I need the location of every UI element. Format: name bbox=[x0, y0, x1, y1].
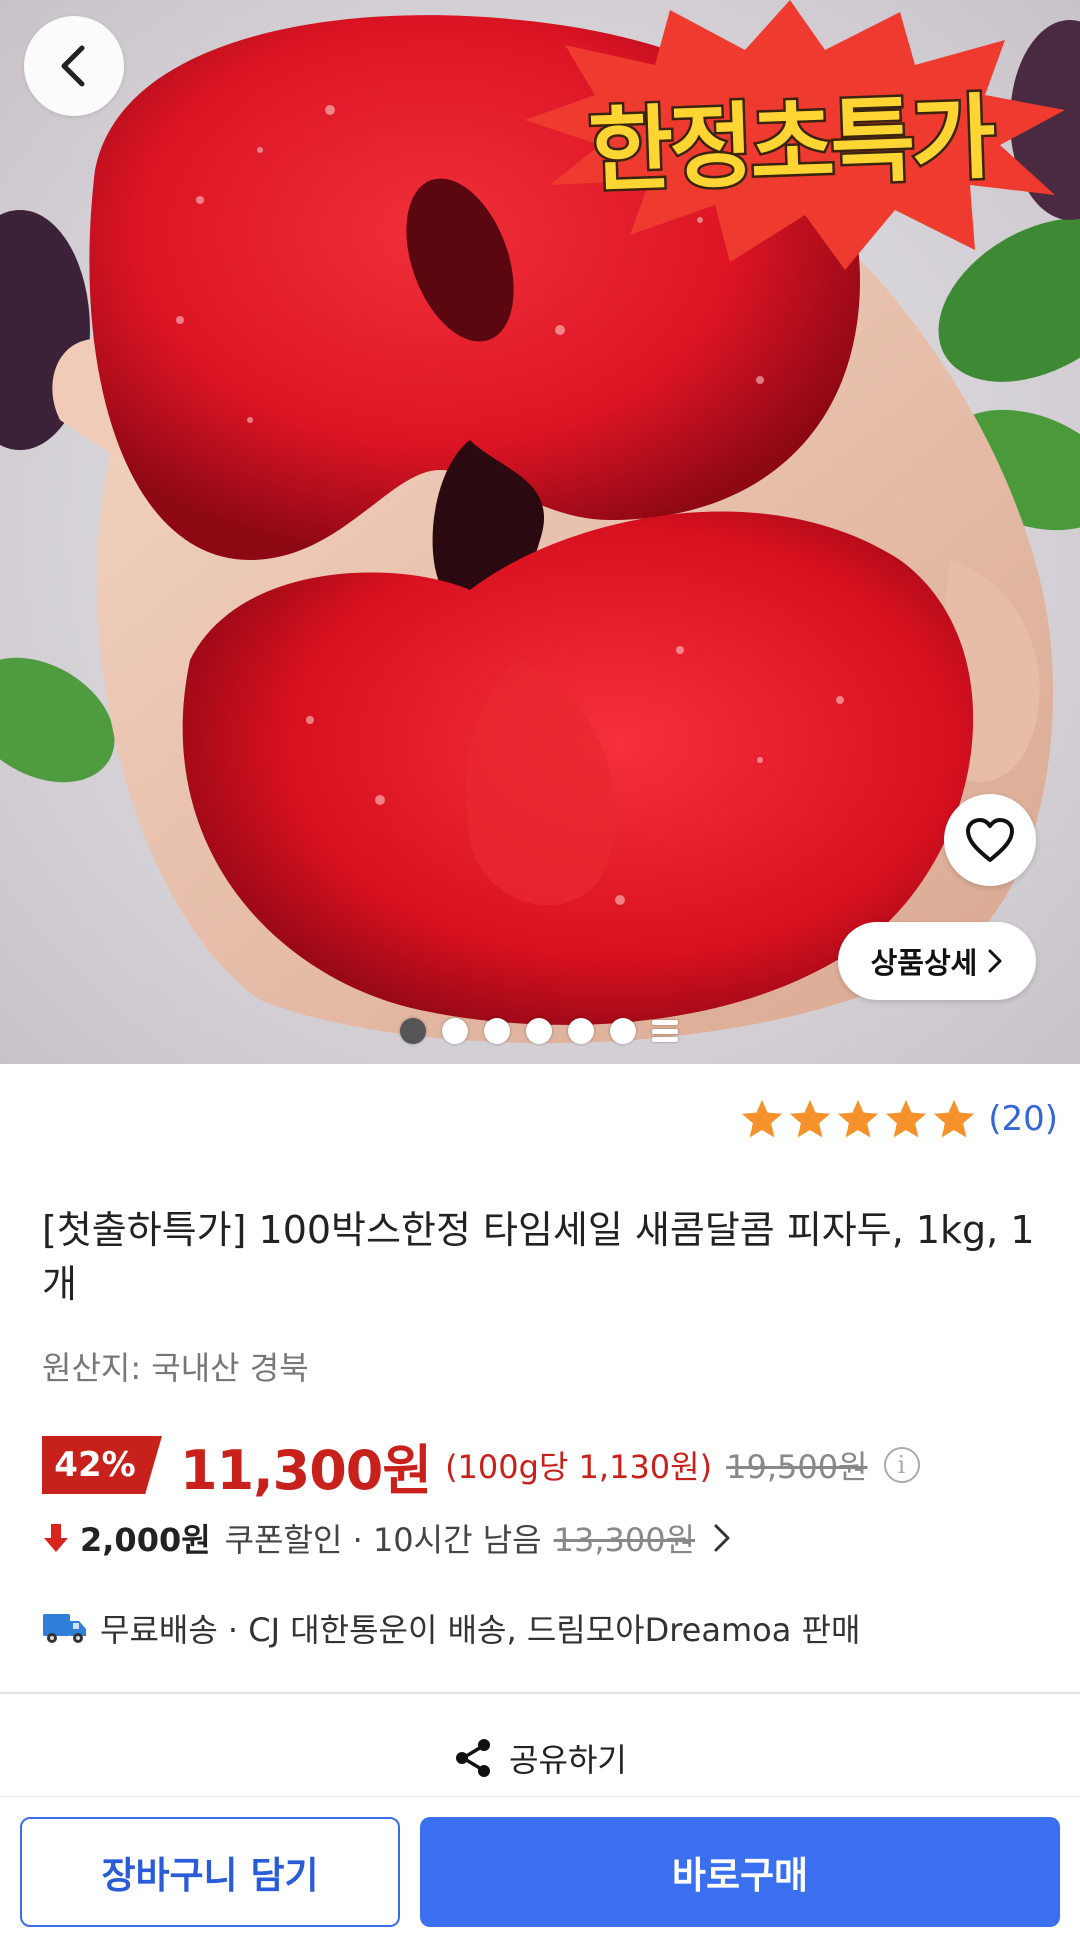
product-image-carousel[interactable]: 한정초특가 상품상세 bbox=[0, 0, 1080, 1064]
price-row: 42% 11,300원 (100g당 1,130원) 19,500원 i bbox=[42, 1430, 920, 1502]
arrow-down-icon bbox=[44, 1524, 68, 1552]
share-button[interactable]: 공유하기 bbox=[0, 1735, 1080, 1781]
carousel-dot[interactable] bbox=[610, 1018, 636, 1044]
star-icon bbox=[742, 1099, 783, 1138]
star-icon bbox=[886, 1099, 927, 1138]
product-title: [첫출하특가] 100박스한정 타임세일 새콤달콤 피자두, 1kg, 1개 bbox=[42, 1208, 1035, 1306]
info-icon[interactable]: i bbox=[883, 1447, 920, 1483]
chevron-right-icon bbox=[714, 1524, 730, 1552]
carousel-indicator bbox=[400, 1018, 678, 1044]
carousel-dot[interactable] bbox=[400, 1018, 426, 1044]
original-price: 19,500원 bbox=[726, 1448, 868, 1486]
buy-now-button[interactable]: 바로구매 bbox=[420, 1817, 1060, 1927]
chevron-right-icon bbox=[988, 949, 1002, 973]
section-divider bbox=[0, 1692, 1080, 1694]
product-rating[interactable]: (20) bbox=[740, 1098, 1058, 1140]
heart-outline-icon bbox=[966, 818, 1014, 862]
product-detail-label: 상품상세 bbox=[870, 946, 978, 980]
shipping-text: 무료배송 · CJ 대한통운이 배송, 드림모아Dreamoa 판매 bbox=[100, 1611, 861, 1649]
star-icon bbox=[838, 1099, 879, 1138]
unit-price: (100g당 1,130원) bbox=[445, 1448, 713, 1486]
carousel-dot[interactable] bbox=[568, 1018, 594, 1044]
star-icon bbox=[790, 1099, 831, 1138]
sale-price: 11,300원 bbox=[180, 1438, 432, 1502]
coupon-amount: 2,000원 bbox=[80, 1521, 211, 1559]
share-icon bbox=[456, 1739, 491, 1777]
truck-icon bbox=[43, 1614, 86, 1643]
share-label: 공유하기 bbox=[509, 1741, 627, 1779]
star-icon bbox=[934, 1099, 975, 1138]
carousel-dot[interactable] bbox=[526, 1018, 552, 1044]
sale-banner-text: 한정초특가 bbox=[584, 81, 996, 207]
review-count: (20) bbox=[988, 1099, 1058, 1139]
coupon-label: 쿠폰할인 · 10시간 남음 bbox=[224, 1521, 542, 1559]
carousel-dot[interactable] bbox=[484, 1018, 510, 1044]
product-origin: 원산지: 국내산 경북 bbox=[42, 1349, 309, 1387]
add-to-cart-button[interactable]: 장바구니 담기 bbox=[20, 1817, 400, 1927]
product-detail-button[interactable]: 상품상세 bbox=[838, 922, 1036, 1000]
purchase-action-bar: 장바구니 담기 바로구매 bbox=[0, 1796, 1080, 1949]
wishlist-button[interactable] bbox=[944, 794, 1036, 886]
discount-badge: 42% bbox=[42, 1436, 162, 1494]
chevron-left-icon bbox=[61, 45, 85, 87]
carousel-dot[interactable] bbox=[442, 1018, 468, 1044]
shipping-info: 무료배송 · CJ 대한통운이 배송, 드림모아Dreamoa 판매 bbox=[42, 1605, 860, 1651]
menu-lines-icon[interactable] bbox=[652, 1020, 678, 1042]
coupon-row[interactable]: 2,000원 쿠폰할인 · 10시간 남음 13,300원 bbox=[42, 1514, 731, 1562]
price-before-coupon: 13,300원 bbox=[553, 1521, 696, 1559]
back-button[interactable] bbox=[24, 16, 124, 116]
